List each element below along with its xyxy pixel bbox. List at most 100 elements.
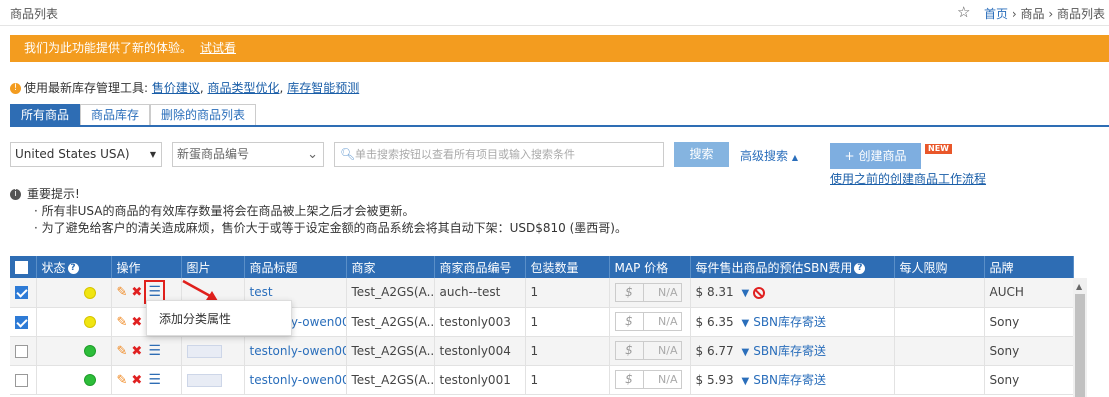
header-select-all[interactable] (10, 256, 37, 278)
row-select-cell[interactable] (10, 336, 37, 366)
delete-icon[interactable]: ✖ (131, 315, 142, 330)
header-title[interactable]: 商品标题 (244, 256, 347, 278)
product-title-link[interactable]: testonly-owen004 (250, 344, 346, 358)
sbn-ship-link[interactable]: SBN库存寄送 (753, 344, 826, 358)
tab-deleted[interactable]: 删除的商品列表 (150, 104, 257, 125)
sbn-fee-value: $ 8.31 (695, 285, 734, 300)
delete-icon[interactable]: ✖ (131, 285, 142, 300)
info-icon: ! (10, 83, 21, 94)
product-thumbnail[interactable] (186, 344, 222, 358)
header-status: 状态? (36, 256, 112, 278)
header-limit[interactable]: 每人限购 (894, 256, 985, 278)
select-all-checkbox[interactable] (15, 261, 28, 274)
table-header-row: 状态? 操作 图片 商品标题 商家 商家商品编号 包装数量 MAP 价格 每件售… (10, 256, 1074, 278)
search-button[interactable]: 搜索 (674, 142, 729, 167)
map-price-input[interactable]: $ N/A (614, 282, 682, 302)
limit-cell (894, 278, 985, 308)
edit-icon[interactable]: ✎ (117, 373, 128, 388)
notice-title: 重要提示! (27, 187, 80, 201)
search-icon: 🔍︎ (340, 147, 356, 161)
actions-cell: ✎✖ ☰ (111, 365, 182, 395)
pack-qty-cell: 1 (525, 278, 610, 308)
table-row: ✎✖ ☰ testonly-owen004Test_A2GS(A...testonl… (10, 336, 1074, 366)
create-product-label: 创建商品 (858, 149, 907, 163)
old-create-flow-link[interactable]: 使用之前的创建商品工作流程 (830, 170, 986, 187)
image-cell (181, 336, 245, 366)
search-input[interactable]: 🔍︎ 单击搜索按钮以查看所有项目或输入搜索条件 (334, 142, 664, 167)
chevron-down-icon[interactable]: ▼ (742, 318, 750, 329)
map-price-cell: $ N/A (609, 336, 691, 366)
price-suggestion-link[interactable]: 售价建议 (152, 81, 200, 95)
sbn-ship-link[interactable]: SBN库存寄送 (753, 373, 826, 387)
map-price-input[interactable]: $ N/A (614, 341, 682, 360)
status-dot-icon (83, 286, 96, 299)
advanced-search-toggle[interactable]: 高级搜索 ▲ (740, 147, 798, 164)
type-optimize-link[interactable]: 商品类型优化 (208, 81, 280, 95)
chevron-down-icon: ⌄ (307, 147, 318, 162)
favorite-star-icon[interactable]: ☆ (957, 3, 970, 21)
header-map-price[interactable]: MAP 价格 (609, 256, 691, 278)
edit-icon[interactable]: ✎ (117, 315, 128, 330)
search-field-value: 新蛋商品编号 (177, 147, 250, 161)
try-it-link[interactable]: 试试看 (200, 41, 236, 55)
country-select-value: United States USA) (15, 147, 130, 161)
product-title-link[interactable]: test (250, 285, 273, 299)
breadcrumb-home[interactable]: 首页 (984, 7, 1008, 21)
title-cell: testonly-owen004 (244, 336, 347, 366)
list-menu-icon[interactable]: ☰ (144, 280, 165, 305)
row-checkbox[interactable] (15, 373, 28, 387)
edit-icon[interactable]: ✎ (117, 285, 128, 300)
row-checkbox[interactable] (15, 286, 28, 300)
map-price-input[interactable]: $ N/A (614, 370, 682, 389)
country-select[interactable]: United States USA) ▼ (10, 142, 162, 167)
row-select-cell[interactable] (10, 278, 37, 308)
image-cell (181, 365, 245, 395)
inventory-forecast-link[interactable]: 库存智能预测 (287, 81, 359, 95)
seller-cell: Test_A2GS(A... (346, 278, 435, 308)
row-checkbox[interactable] (15, 344, 28, 358)
title-cell: testonly-owen001 (244, 365, 347, 395)
list-menu-icon[interactable]: ☰ (148, 372, 161, 388)
brand-cell: Sony (984, 365, 1074, 395)
currency-label: $ (616, 283, 644, 301)
sbn-ship-link[interactable]: SBN库存寄送 (753, 315, 826, 329)
create-product-button[interactable]: + 创建商品 (830, 143, 921, 169)
tab-inventory[interactable]: 商品库存 (80, 104, 151, 125)
sbn-fee-value: $ 5.93 (695, 373, 734, 387)
help-icon[interactable]: ? (854, 262, 866, 274)
header-pack-qty[interactable]: 包装数量 (525, 256, 610, 278)
row-select-cell[interactable] (10, 307, 37, 337)
header-seller[interactable]: 商家 (346, 256, 435, 278)
breadcrumb-section[interactable]: 商品 (1021, 7, 1045, 21)
breadcrumb: 首页 › 商品 › 商品列表 (984, 5, 1105, 22)
list-menu-icon[interactable]: ☰ (148, 343, 161, 359)
sbn-fee-value: $ 6.77 (695, 344, 734, 358)
row-checkbox[interactable] (15, 315, 28, 329)
header-brand[interactable]: 品牌 (984, 256, 1074, 278)
brand-cell: Sony (984, 336, 1074, 366)
map-price-cell: $ N/A (609, 365, 691, 395)
search-field-select[interactable]: 新蛋商品编号 ⌄ (172, 142, 324, 167)
table-row: ✎✖ ☰ testonly-owen001Test_A2GS(A...testonl… (10, 365, 1074, 395)
product-thumbnail[interactable] (186, 373, 222, 387)
delete-icon[interactable]: ✖ (131, 344, 142, 359)
add-category-attribute-item[interactable]: 添加分类属性 (159, 312, 231, 326)
header-status-label: 状态 (41, 260, 66, 275)
seller-sku-cell: testonly001 (434, 365, 526, 395)
tab-all-products[interactable]: 所有商品 (10, 104, 81, 125)
product-title-link[interactable]: testonly-owen001 (250, 373, 346, 387)
scrollbar-thumb[interactable] (1075, 294, 1085, 397)
map-price-cell: $ N/A (609, 307, 691, 337)
delete-icon[interactable]: ✖ (131, 373, 142, 388)
map-price-input[interactable]: $ N/A (614, 312, 682, 331)
scroll-up-icon[interactable]: ▲ (1076, 282, 1082, 291)
chevron-down-icon[interactable]: ▼ (742, 347, 750, 358)
row-select-cell[interactable] (10, 365, 37, 395)
chevron-down-icon[interactable]: ▼ (742, 376, 750, 387)
help-icon[interactable]: ? (67, 262, 79, 274)
header-seller-sku[interactable]: 商家商品编号 (434, 256, 526, 278)
status-cell (36, 278, 112, 308)
banner-text: 我们为此功能提供了新的体验。 (24, 41, 193, 55)
chevron-down-icon[interactable]: ▼ (742, 288, 750, 299)
edit-icon[interactable]: ✎ (117, 344, 128, 359)
